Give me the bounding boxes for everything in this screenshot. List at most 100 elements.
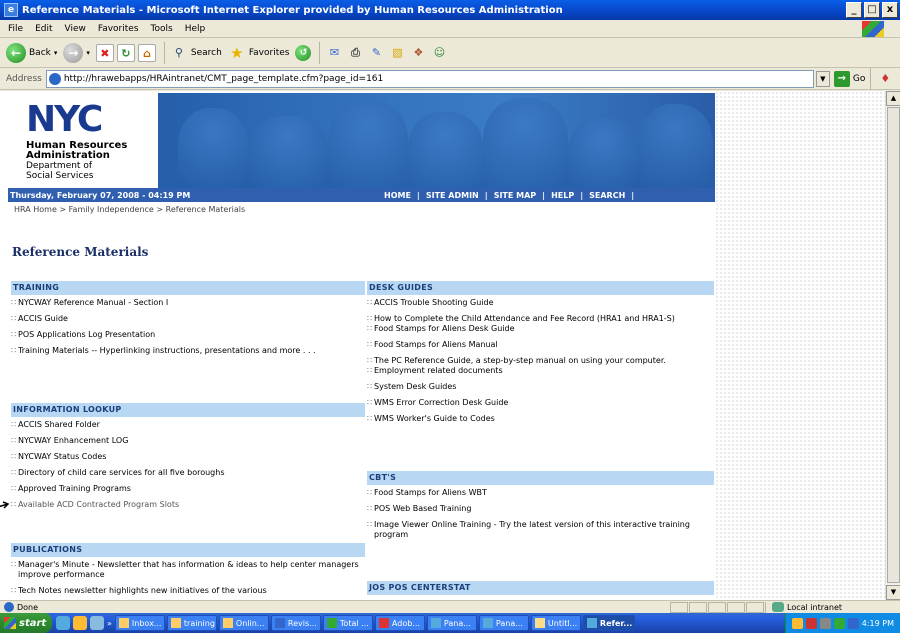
- breadcrumb[interactable]: HRA Home > Family Independence > Referen…: [14, 205, 245, 214]
- nav-help-link[interactable]: HELP: [551, 191, 574, 200]
- list-item[interactable]: ∷ Approved Training Programs: [11, 484, 365, 494]
- forward-arrow-icon: →: [63, 42, 84, 63]
- quicklaunch-ie-icon[interactable]: [56, 616, 70, 630]
- back-button[interactable]: ← Back ▾: [6, 42, 57, 63]
- list-item[interactable]: ∷ Directory of child care services for al…: [11, 468, 365, 478]
- list-item[interactable]: ∷ NYCWAY Status Codes: [11, 452, 365, 462]
- address-url: http://hrawebapps/HRAintranet/CMT_page_t…: [63, 73, 384, 84]
- list-item[interactable]: ∷ System Desk Guides: [367, 382, 714, 392]
- nav-site-admin-link[interactable]: SITE ADMIN: [426, 191, 479, 200]
- tray-icon[interactable]: [805, 617, 817, 629]
- folder-icon: [222, 618, 233, 628]
- mail-icon: [534, 618, 545, 628]
- list-item[interactable]: ∷ Employment related documents: [367, 366, 714, 376]
- list-item[interactable]: ∷ Image Viewer Online Training - Try the …: [367, 520, 714, 540]
- status-cell: [708, 601, 726, 613]
- task-label: Adob...: [391, 618, 420, 628]
- title-bar[interactable]: e Reference Materials - Microsoft Intern…: [0, 0, 900, 20]
- tray-icon[interactable]: [847, 617, 859, 629]
- taskbar-item[interactable]: Onlin...: [218, 615, 269, 631]
- address-dropdown-icon[interactable]: ▼: [815, 70, 830, 87]
- scroll-down-icon[interactable]: ▼: [886, 585, 900, 600]
- task-label: Pana...: [495, 618, 523, 628]
- taskbar-item-active[interactable]: Refer...: [582, 615, 635, 631]
- right-column: DESK GUIDES ∷ ACCIS Trouble Shooting Guid…: [367, 281, 714, 595]
- nyc-hra-logo[interactable]: NYC Human Resources Administration Depar…: [8, 93, 158, 188]
- start-button[interactable]: start: [0, 613, 52, 633]
- nav-site-map-link[interactable]: SITE MAP: [494, 191, 536, 200]
- history-icon[interactable]: ↺: [295, 44, 312, 61]
- refresh-icon[interactable]: ↻: [116, 43, 135, 62]
- forward-button[interactable]: → ▾: [63, 42, 90, 63]
- security-zone[interactable]: Local intranet: [765, 601, 842, 613]
- search-label: Search: [190, 47, 222, 58]
- tray-icon[interactable]: [819, 617, 831, 629]
- list-item[interactable]: ∷ ACCIS Shared Folder: [11, 420, 365, 430]
- minimize-button[interactable]: _: [846, 2, 862, 18]
- list-item[interactable]: ∷ ACCIS Trouble Shooting Guide: [367, 298, 714, 308]
- taskbar-item[interactable]: training: [166, 615, 217, 631]
- list-item[interactable]: ∷ POS Applications Log Presentation: [11, 330, 365, 340]
- tray-icon[interactable]: [791, 617, 803, 629]
- maximize-button[interactable]: □: [864, 2, 880, 18]
- taskbar-item[interactable]: Adob...: [374, 615, 425, 631]
- list-item[interactable]: ∷ Available ACD Contracted Program Slots: [11, 500, 365, 510]
- edit-icon[interactable]: ✎: [367, 44, 385, 62]
- list-item[interactable]: ∷ Manager's Minute - Newsletter that has …: [11, 560, 365, 580]
- list-item[interactable]: ∷ Food Stamps for Aliens WBT: [367, 488, 714, 498]
- address-input[interactable]: http://hrawebapps/HRAintranet/CMT_page_t…: [45, 69, 814, 88]
- list-item[interactable]: ∷ NYCWAY Reference Manual - Section I: [11, 298, 365, 308]
- bullet-icon: ∷: [11, 452, 17, 461]
- tray-icon[interactable]: [833, 617, 845, 629]
- stop-icon[interactable]: ✖: [95, 43, 114, 62]
- links-icon[interactable]: ♦: [876, 70, 894, 88]
- print-icon[interactable]: ⎙: [346, 44, 364, 62]
- link-text: Manager's Minute - Newsletter that has i…: [18, 560, 359, 579]
- taskbar-item[interactable]: Revis...: [270, 615, 321, 631]
- list-item[interactable]: ∷ ACCIS Guide: [11, 314, 365, 324]
- list-item[interactable]: ∷ How to Complete the Child Attendance an…: [367, 314, 714, 324]
- list-item[interactable]: ∷ Food Stamps for Aliens Desk Guide: [367, 324, 714, 334]
- list-item[interactable]: ∷ The PC Reference Guide, a step-by-step …: [367, 356, 714, 366]
- clock[interactable]: 4:19 PM: [862, 619, 894, 628]
- close-button[interactable]: x: [882, 2, 898, 18]
- messenger-icon[interactable]: ☺: [430, 44, 448, 62]
- menu-tools[interactable]: Tools: [151, 24, 173, 34]
- menu-favorites[interactable]: Favorites: [98, 24, 139, 34]
- menu-file[interactable]: File: [8, 24, 23, 34]
- menu-view[interactable]: View: [65, 24, 86, 34]
- chevron-right-icon[interactable]: »: [107, 619, 112, 628]
- list-item[interactable]: ∷ Food Stamps for Aliens Manual: [367, 340, 714, 350]
- scroll-thumb[interactable]: [887, 107, 900, 583]
- bullet-icon: ∷: [367, 398, 373, 407]
- nav-home-link[interactable]: HOME: [384, 191, 411, 200]
- taskbar-item[interactable]: Pana...: [426, 615, 477, 631]
- menu-help[interactable]: Help: [185, 24, 206, 34]
- banner-photo: [248, 116, 328, 188]
- list-item[interactable]: ∷ WMS Worker's Guide to Codes: [367, 414, 714, 424]
- go-button[interactable]: → Go: [833, 70, 865, 87]
- browser-viewport[interactable]: NYC Human Resources Administration Depar…: [0, 91, 900, 600]
- list-item[interactable]: ∷ Tech Notes newsletter highlights new in…: [11, 586, 365, 596]
- list-item[interactable]: ∷ NYCWAY Enhancement LOG: [11, 436, 365, 446]
- scroll-up-icon[interactable]: ▲: [886, 91, 900, 106]
- taskbar-item[interactable]: Pana...: [478, 615, 529, 631]
- favorites-button[interactable]: ★ Favorites: [228, 44, 289, 62]
- taskbar-item[interactable]: Untitl...: [530, 615, 581, 631]
- mail-icon[interactable]: ✉: [325, 44, 343, 62]
- home-icon[interactable]: ⌂: [137, 43, 156, 62]
- list-item[interactable]: ∷ Training Materials -- Hyperlinking inst…: [11, 346, 365, 356]
- vertical-scrollbar[interactable]: ▲ ▼: [885, 91, 900, 600]
- research-icon[interactable]: ❖: [409, 44, 427, 62]
- menu-edit[interactable]: Edit: [35, 24, 52, 34]
- folder-icon[interactable]: ▧: [388, 44, 406, 62]
- nav-search-link[interactable]: SEARCH: [589, 191, 625, 200]
- taskbar-item[interactable]: Inbox...: [114, 615, 165, 631]
- taskbar-item[interactable]: Total ...: [322, 615, 373, 631]
- quicklaunch-outlook-icon[interactable]: [73, 616, 87, 630]
- list-item[interactable]: ∷ WMS Error Correction Desk Guide: [367, 398, 714, 408]
- banner-photo: [638, 104, 713, 188]
- quicklaunch-desktop-icon[interactable]: [90, 616, 104, 630]
- search-button[interactable]: ⚲ Search: [170, 44, 222, 62]
- list-item[interactable]: ∷ POS Web Based Training: [367, 504, 714, 514]
